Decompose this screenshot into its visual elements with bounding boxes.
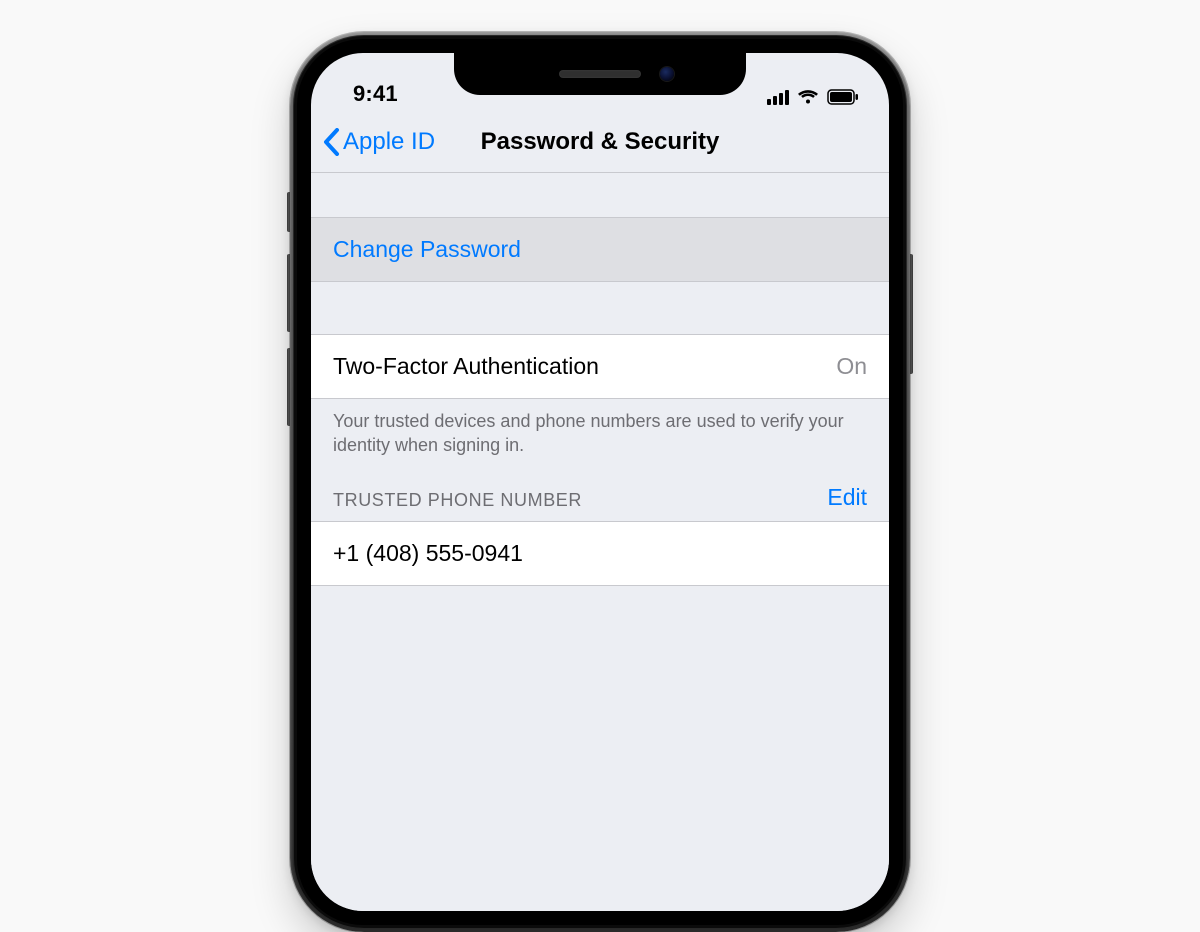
nav-bar: Apple ID Password & Security (311, 111, 889, 173)
two-factor-value: On (836, 353, 867, 380)
two-factor-row[interactable]: Two-Factor Authentication On (311, 334, 889, 399)
change-password-row[interactable]: Change Password (311, 217, 889, 282)
cellular-signal-icon (767, 89, 789, 105)
content-scroll[interactable]: Change Password Two-Factor Authenticatio… (311, 173, 889, 911)
battery-icon (827, 89, 859, 105)
trusted-phone-number: +1 (408) 555-0941 (333, 540, 523, 567)
screen: 9:41 (311, 53, 889, 911)
chevron-left-icon (323, 128, 341, 156)
trusted-phone-row[interactable]: +1 (408) 555-0941 (311, 521, 889, 586)
back-button-label: Apple ID (343, 128, 435, 156)
front-camera (660, 67, 674, 81)
device-frame: 9:41 (290, 32, 910, 932)
change-password-label: Change Password (333, 236, 521, 263)
status-time: 9:41 (353, 81, 398, 107)
two-factor-label: Two-Factor Authentication (333, 353, 599, 380)
trusted-phone-header: TRUSTED PHONE NUMBER (333, 490, 582, 511)
wifi-icon (797, 89, 819, 105)
device-notch (454, 53, 746, 95)
speaker-grille (559, 70, 641, 78)
edit-trusted-button[interactable]: Edit (827, 484, 867, 511)
back-button[interactable]: Apple ID (311, 128, 435, 156)
two-factor-footer: Your trusted devices and phone numbers a… (311, 399, 889, 458)
